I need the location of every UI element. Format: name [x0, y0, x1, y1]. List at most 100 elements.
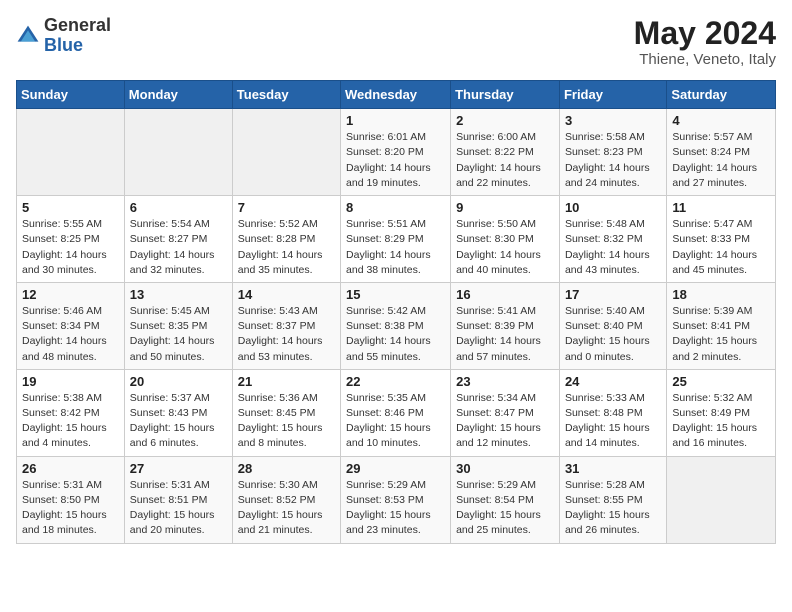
calendar-week-3: 12Sunrise: 5:46 AM Sunset: 8:34 PM Dayli…: [17, 282, 776, 369]
calendar-cell: 26Sunrise: 5:31 AM Sunset: 8:50 PM Dayli…: [17, 456, 125, 543]
day-info: Sunrise: 5:32 AM Sunset: 8:49 PM Dayligh…: [672, 391, 770, 452]
day-number: 15: [346, 287, 445, 302]
logo: General Blue: [16, 16, 111, 56]
weekday-header-saturday: Saturday: [667, 81, 776, 109]
calendar-cell: 2 Sunrise: 6:00 AM Sunset: 8:22 PM Daylig…: [451, 109, 560, 196]
day-info: Sunrise: 5:46 AM Sunset: 8:34 PM Dayligh…: [22, 304, 119, 365]
day-info: Sunrise: 5:38 AM Sunset: 8:42 PM Dayligh…: [22, 391, 119, 452]
calendar-week-4: 19 Sunrise: 5:38 AM Sunset: 8:42 PM Dayli…: [17, 369, 776, 456]
calendar-cell: 17 Sunrise: 5:40 AM Sunset: 8:40 PM Dayli…: [559, 282, 666, 369]
calendar-cell: 10 Sunrise: 5:48 AM Sunset: 8:32 PM Dayli…: [559, 196, 666, 283]
calendar-week-2: 5Sunrise: 5:55 AM Sunset: 8:25 PM Daylig…: [17, 196, 776, 283]
calendar-cell: 28 Sunrise: 5:30 AM Sunset: 8:52 PM Dayli…: [232, 456, 340, 543]
calendar-table: SundayMondayTuesdayWednesdayThursdayFrid…: [16, 80, 776, 543]
day-info: Sunrise: 6:00 AM Sunset: 8:22 PM Dayligh…: [456, 130, 554, 191]
day-number: 6: [130, 200, 227, 215]
weekday-header-tuesday: Tuesday: [232, 81, 340, 109]
day-number: 4: [672, 113, 770, 128]
day-number: 24: [565, 374, 661, 389]
calendar-cell: [232, 109, 340, 196]
calendar-cell: 21Sunrise: 5:36 AM Sunset: 8:45 PM Dayli…: [232, 369, 340, 456]
calendar-cell: 18Sunrise: 5:39 AM Sunset: 8:41 PM Dayli…: [667, 282, 776, 369]
day-number: 16: [456, 287, 554, 302]
day-info: Sunrise: 5:36 AM Sunset: 8:45 PM Dayligh…: [238, 391, 335, 452]
calendar-cell: 30 Sunrise: 5:29 AM Sunset: 8:54 PM Dayli…: [451, 456, 560, 543]
day-number: 7: [238, 200, 335, 215]
day-number: 23: [456, 374, 554, 389]
day-number: 2: [456, 113, 554, 128]
day-info: Sunrise: 5:41 AM Sunset: 8:39 PM Dayligh…: [456, 304, 554, 365]
calendar-cell: [124, 109, 232, 196]
day-info: Sunrise: 5:29 AM Sunset: 8:53 PM Dayligh…: [346, 478, 445, 539]
calendar-cell: 27 Sunrise: 5:31 AM Sunset: 8:51 PM Dayli…: [124, 456, 232, 543]
calendar-cell: 11 Sunrise: 5:47 AM Sunset: 8:33 PM Dayli…: [667, 196, 776, 283]
calendar-cell: 4 Sunrise: 5:57 AM Sunset: 8:24 PM Daylig…: [667, 109, 776, 196]
calendar-cell: 14Sunrise: 5:43 AM Sunset: 8:37 PM Dayli…: [232, 282, 340, 369]
day-info: Sunrise: 5:33 AM Sunset: 8:48 PM Dayligh…: [565, 391, 661, 452]
day-number: 22: [346, 374, 445, 389]
day-info: Sunrise: 6:01 AM Sunset: 8:20 PM Dayligh…: [346, 130, 445, 191]
logo-text-general: General: [44, 15, 111, 35]
calendar-cell: 1Sunrise: 6:01 AM Sunset: 8:20 PM Daylig…: [341, 109, 451, 196]
calendar-cell: 12Sunrise: 5:46 AM Sunset: 8:34 PM Dayli…: [17, 282, 125, 369]
day-number: 3: [565, 113, 661, 128]
day-info: Sunrise: 5:43 AM Sunset: 8:37 PM Dayligh…: [238, 304, 335, 365]
calendar-body: 1Sunrise: 6:01 AM Sunset: 8:20 PM Daylig…: [17, 109, 776, 543]
day-number: 13: [130, 287, 227, 302]
day-number: 9: [456, 200, 554, 215]
calendar-cell: 6Sunrise: 5:54 AM Sunset: 8:27 PM Daylig…: [124, 196, 232, 283]
day-number: 29: [346, 461, 445, 476]
day-info: Sunrise: 5:31 AM Sunset: 8:51 PM Dayligh…: [130, 478, 227, 539]
title-block: May 2024 Thiene, Veneto, Italy: [634, 16, 776, 68]
weekday-header-thursday: Thursday: [451, 81, 560, 109]
weekday-header-wednesday: Wednesday: [341, 81, 451, 109]
day-info: Sunrise: 5:42 AM Sunset: 8:38 PM Dayligh…: [346, 304, 445, 365]
day-number: 30: [456, 461, 554, 476]
weekday-header-friday: Friday: [559, 81, 666, 109]
day-info: Sunrise: 5:52 AM Sunset: 8:28 PM Dayligh…: [238, 217, 335, 278]
weekday-header-sunday: Sunday: [17, 81, 125, 109]
day-info: Sunrise: 5:28 AM Sunset: 8:55 PM Dayligh…: [565, 478, 661, 539]
calendar-cell: 29 Sunrise: 5:29 AM Sunset: 8:53 PM Dayli…: [341, 456, 451, 543]
calendar-cell: 7 Sunrise: 5:52 AM Sunset: 8:28 PM Daylig…: [232, 196, 340, 283]
day-number: 19: [22, 374, 119, 389]
day-info: Sunrise: 5:35 AM Sunset: 8:46 PM Dayligh…: [346, 391, 445, 452]
calendar-cell: 3 Sunrise: 5:58 AM Sunset: 8:23 PM Daylig…: [559, 109, 666, 196]
day-number: 18: [672, 287, 770, 302]
day-info: Sunrise: 5:31 AM Sunset: 8:50 PM Dayligh…: [22, 478, 119, 539]
day-number: 8: [346, 200, 445, 215]
calendar-cell: 20Sunrise: 5:37 AM Sunset: 8:43 PM Dayli…: [124, 369, 232, 456]
day-number: 31: [565, 461, 661, 476]
calendar-header: SundayMondayTuesdayWednesdayThursdayFrid…: [17, 81, 776, 109]
day-info: Sunrise: 5:37 AM Sunset: 8:43 PM Dayligh…: [130, 391, 227, 452]
calendar-cell: 19 Sunrise: 5:38 AM Sunset: 8:42 PM Dayli…: [17, 369, 125, 456]
day-info: Sunrise: 5:58 AM Sunset: 8:23 PM Dayligh…: [565, 130, 661, 191]
day-info: Sunrise: 5:55 AM Sunset: 8:25 PM Dayligh…: [22, 217, 119, 278]
calendar-cell: 24 Sunrise: 5:33 AM Sunset: 8:48 PM Dayli…: [559, 369, 666, 456]
logo-text-blue: Blue: [44, 35, 83, 55]
day-number: 28: [238, 461, 335, 476]
day-info: Sunrise: 5:47 AM Sunset: 8:33 PM Dayligh…: [672, 217, 770, 278]
day-info: Sunrise: 5:51 AM Sunset: 8:29 PM Dayligh…: [346, 217, 445, 278]
day-info: Sunrise: 5:30 AM Sunset: 8:52 PM Dayligh…: [238, 478, 335, 539]
day-info: Sunrise: 5:50 AM Sunset: 8:30 PM Dayligh…: [456, 217, 554, 278]
day-info: Sunrise: 5:40 AM Sunset: 8:40 PM Dayligh…: [565, 304, 661, 365]
day-info: Sunrise: 5:29 AM Sunset: 8:54 PM Dayligh…: [456, 478, 554, 539]
calendar-cell: [17, 109, 125, 196]
day-info: Sunrise: 5:48 AM Sunset: 8:32 PM Dayligh…: [565, 217, 661, 278]
calendar-week-1: 1Sunrise: 6:01 AM Sunset: 8:20 PM Daylig…: [17, 109, 776, 196]
calendar-cell: [667, 456, 776, 543]
calendar-cell: 5Sunrise: 5:55 AM Sunset: 8:25 PM Daylig…: [17, 196, 125, 283]
calendar-cell: 13Sunrise: 5:45 AM Sunset: 8:35 PM Dayli…: [124, 282, 232, 369]
calendar-cell: 9 Sunrise: 5:50 AM Sunset: 8:30 PM Daylig…: [451, 196, 560, 283]
day-number: 17: [565, 287, 661, 302]
calendar-cell: 31 Sunrise: 5:28 AM Sunset: 8:55 PM Dayli…: [559, 456, 666, 543]
page-header: General Blue May 2024 Thiene, Veneto, It…: [16, 16, 776, 68]
day-info: Sunrise: 5:57 AM Sunset: 8:24 PM Dayligh…: [672, 130, 770, 191]
calendar-cell: 16 Sunrise: 5:41 AM Sunset: 8:39 PM Dayli…: [451, 282, 560, 369]
day-number: 11: [672, 200, 770, 215]
day-number: 10: [565, 200, 661, 215]
header-row: SundayMondayTuesdayWednesdayThursdayFrid…: [17, 81, 776, 109]
day-info: Sunrise: 5:34 AM Sunset: 8:47 PM Dayligh…: [456, 391, 554, 452]
day-number: 27: [130, 461, 227, 476]
